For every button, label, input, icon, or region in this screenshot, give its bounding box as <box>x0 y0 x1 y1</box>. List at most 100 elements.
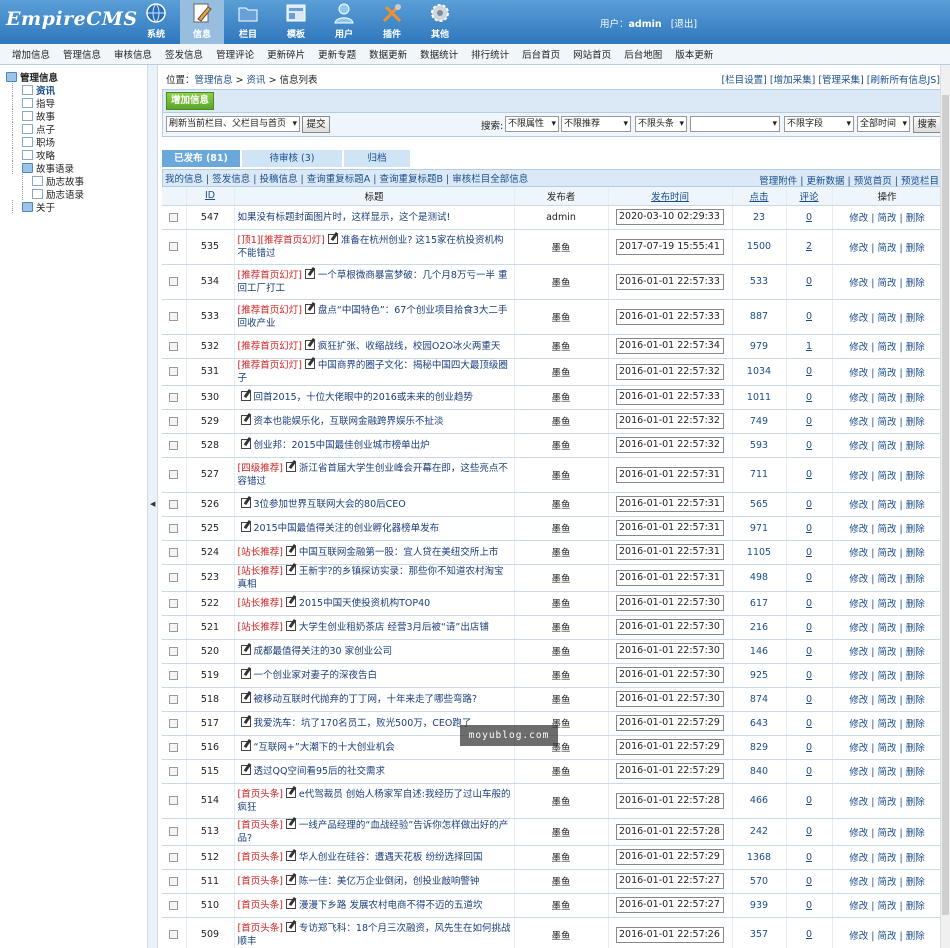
row-comments-link[interactable]: 2 <box>806 241 812 252</box>
row-time-input[interactable]: 2020-03-10 02:29:33 <box>616 209 724 225</box>
submenu-item[interactable]: 更新专题 <box>318 47 356 61</box>
row-comments-link[interactable]: 0 <box>806 852 812 863</box>
tab-0[interactable]: 已发布 (81) <box>162 150 240 167</box>
edit-note-icon[interactable] <box>285 564 296 575</box>
row-time-input[interactable]: 2016-01-01 22:57:29 <box>616 849 724 865</box>
row-ops[interactable]: 修改 | 简改 | 删除 <box>832 205 942 230</box>
col-comments[interactable]: 评论 <box>786 187 833 206</box>
row-comments-link[interactable]: 0 <box>806 670 812 681</box>
row-comments-link[interactable]: 0 <box>806 276 812 287</box>
row-comments-link[interactable]: 0 <box>806 440 812 451</box>
row-ops[interactable]: 修改 | 简改 | 删除 <box>832 334 942 359</box>
row-checkbox[interactable] <box>169 470 179 479</box>
edit-note-icon[interactable] <box>240 716 251 727</box>
search-button[interactable]: 搜索 <box>913 116 941 133</box>
tree-item[interactable]: 故事 <box>6 109 147 123</box>
collapse-arrow-icon[interactable]: ◀ <box>150 500 155 508</box>
row-ops[interactable]: 修改 | 简改 | 删除 <box>832 409 942 434</box>
row-title-link[interactable]: 创业邦：2015中国最佳创业城市榜单出炉 <box>254 440 430 451</box>
tree-root[interactable]: 管理信息 <box>6 70 147 84</box>
tree-item[interactable]: 职场 <box>6 135 147 149</box>
row-comments-link[interactable]: 0 <box>806 212 812 223</box>
edit-note-icon[interactable] <box>240 438 251 449</box>
row-ops[interactable]: 修改 | 简改 | 删除 <box>832 711 942 736</box>
edit-note-icon[interactable] <box>327 233 338 244</box>
row-ops[interactable]: 修改 | 简改 | 删除 <box>832 457 942 493</box>
row-ops[interactable]: 修改 | 简改 | 删除 <box>832 591 942 616</box>
row-ops[interactable]: 修改 | 简改 | 删除 <box>832 492 942 517</box>
row-ops[interactable]: 修改 | 简改 | 删除 <box>832 893 942 918</box>
submenu-item[interactable]: 审核信息 <box>114 47 152 61</box>
row-time-input[interactable]: 2016-01-01 22:57:28 <box>616 792 724 809</box>
row-ops[interactable]: 修改 | 简改 | 删除 <box>832 615 942 640</box>
submenu-item[interactable]: 管理评论 <box>216 47 254 61</box>
row-comments-link[interactable]: 0 <box>806 876 812 887</box>
row-checkbox[interactable] <box>169 547 179 557</box>
tree-item[interactable]: 点子 <box>6 122 147 136</box>
row-time-input[interactable]: 2016-01-01 22:57:32 <box>616 363 724 380</box>
submit-button[interactable]: 提交 <box>302 116 330 133</box>
edit-note-icon[interactable] <box>240 764 251 775</box>
row-ops[interactable]: 修改 | 简改 | 删除 <box>832 358 942 386</box>
tab-2[interactable]: 归档 <box>344 150 410 167</box>
edit-note-icon[interactable] <box>285 921 296 932</box>
row-time-input[interactable]: 2016-01-01 22:57:29 <box>616 739 724 755</box>
row-title-link[interactable]: 如果没有标题封面图片时，这样显示，这个是测试! <box>238 212 451 223</box>
row-comments-link[interactable]: 0 <box>806 766 812 777</box>
row-title-link[interactable]: 大学生创业租奶茶店 经营3月后被“请”出店铺 <box>299 622 489 633</box>
row-title-link[interactable]: 被移动互联时代抛弃的丁丁网，十年来走了哪些弯路? <box>254 694 478 705</box>
submenu-item[interactable]: 管理信息 <box>63 47 101 61</box>
edit-note-icon[interactable] <box>304 339 315 350</box>
breadcrumb-manage[interactable]: 管理信息 <box>195 75 233 86</box>
row-checkbox[interactable] <box>169 416 179 426</box>
row-ops[interactable]: 修改 | 简改 | 删除 <box>832 759 942 784</box>
edit-note-icon[interactable] <box>285 818 296 829</box>
edit-note-icon[interactable] <box>304 303 315 314</box>
row-checkbox[interactable] <box>169 852 179 862</box>
row-title-link[interactable]: 3位参加世界互联网大会的80后CEO <box>254 499 406 510</box>
submenu-item[interactable]: 排行统计 <box>471 47 509 61</box>
row-time-input[interactable]: 2016-01-01 22:57:33 <box>616 308 724 325</box>
submenu-item[interactable]: 更新碎片 <box>267 47 305 61</box>
row-ops[interactable]: 修改 | 简改 | 删除 <box>832 845 942 870</box>
row-title-link[interactable]: 2015中国最值得关注的创业孵化器榜单发布 <box>254 523 440 534</box>
row-time-input[interactable]: 2017-07-19 15:55:41 <box>616 238 724 255</box>
row-checkbox[interactable] <box>169 367 179 376</box>
column-links[interactable]: [栏目设置] [增加采集] [管理采集] [刷新所有信息JS] <box>721 72 940 86</box>
row-title-link[interactable]: 陈一佳：美亿万企业倒闭，创投业敲响警钟 <box>299 876 480 887</box>
row-comments-link[interactable]: 0 <box>806 795 812 806</box>
row-checkbox[interactable] <box>169 694 179 704</box>
nav-tools[interactable]: 插件 <box>368 0 416 44</box>
row-comments-link[interactable]: 0 <box>806 718 812 729</box>
row-title-link[interactable]: 中国互联网金融第一股：宜人贷在美纽交所上市 <box>299 547 499 558</box>
edit-note-icon[interactable] <box>285 620 296 631</box>
row-comments-link[interactable]: 0 <box>806 572 812 583</box>
row-title-link[interactable]: “互联网+”大潮下的十大创业机会 <box>254 742 395 753</box>
row-time-input[interactable]: 2016-01-01 22:57:33 <box>616 389 724 405</box>
submenu-item[interactable]: 网站首页 <box>573 47 611 61</box>
row-checkbox[interactable] <box>169 392 179 402</box>
row-time-input[interactable]: 2016-01-01 22:57:26 <box>616 926 724 943</box>
row-checkbox[interactable] <box>169 242 179 251</box>
field-select[interactable]: 不限字段 <box>784 116 854 132</box>
row-time-input[interactable]: 2016-01-01 22:57:30 <box>616 643 724 659</box>
edit-note-icon[interactable] <box>240 668 251 679</box>
row-comments-link[interactable]: 0 <box>806 523 812 534</box>
row-ops[interactable]: 修改 | 简改 | 删除 <box>832 783 942 819</box>
edit-note-icon[interactable] <box>285 898 296 909</box>
attr-select[interactable]: 不限属性 <box>505 116 559 132</box>
edit-note-icon[interactable] <box>240 414 251 425</box>
row-title-link[interactable]: 成都最值得关注的30 家创业公司 <box>254 646 393 657</box>
row-time-input[interactable]: 2016-01-01 22:57:31 <box>616 496 724 512</box>
row-checkbox[interactable] <box>169 900 179 910</box>
row-comments-link[interactable]: 0 <box>806 742 812 753</box>
row-checkbox[interactable] <box>169 670 179 680</box>
row-ops[interactable]: 修改 | 简改 | 删除 <box>832 869 942 894</box>
list-toolbar-left[interactable]: 我的信息 | 签发信息 | 投稿信息 | 查询重复标题A | 查询重复标题B |… <box>165 171 528 185</box>
row-ops[interactable]: 修改 | 简改 | 删除 <box>832 540 942 565</box>
row-checkbox[interactable] <box>169 212 179 222</box>
row-checkbox[interactable] <box>169 742 179 752</box>
row-time-input[interactable]: 2016-01-01 22:57:27 <box>616 897 724 913</box>
row-checkbox[interactable] <box>169 718 179 728</box>
row-comments-link[interactable]: 0 <box>806 547 812 558</box>
